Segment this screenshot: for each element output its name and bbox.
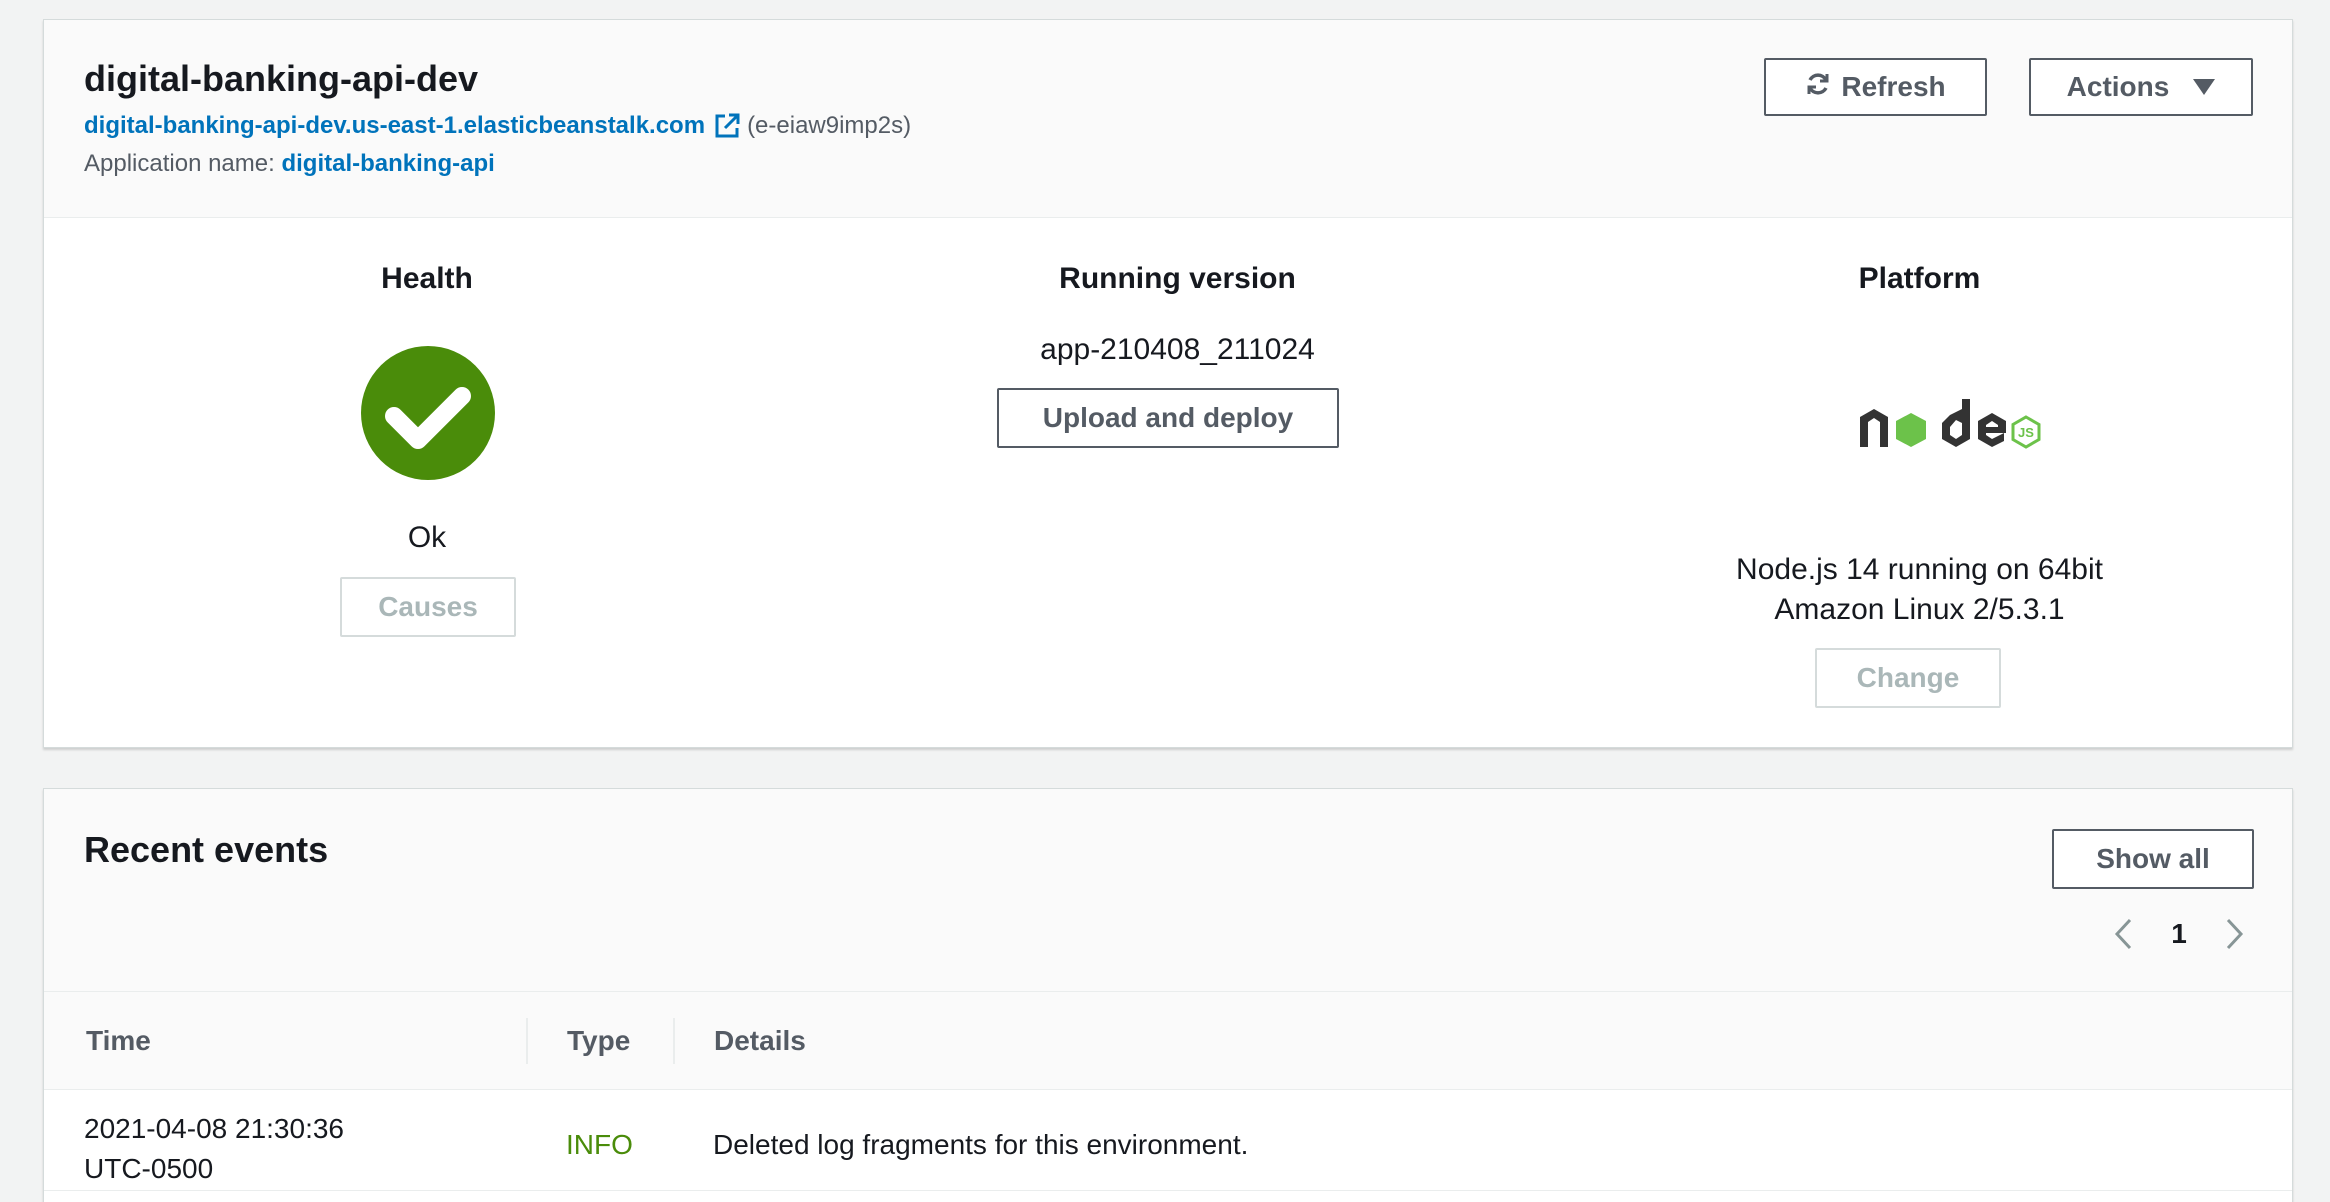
environment-name: digital-banking-api-dev (84, 58, 479, 99)
platform-line-1: Node.js 14 running on 64bit (1736, 553, 2103, 586)
column-header-time[interactable]: Time (86, 992, 151, 1090)
event-time: 2021-04-08 21:30:36 UTC-0500 (84, 1109, 344, 1189)
application-name-link[interactable]: digital-banking-api (281, 150, 494, 177)
causes-button[interactable]: Causes (340, 577, 516, 637)
actions-dropdown-button[interactable]: Actions (2029, 58, 2253, 116)
caret-down-icon (2193, 79, 2216, 95)
next-page-chevron-icon[interactable] (2214, 914, 2254, 954)
platform-line-2: Amazon Linux 2/5.3.1 (1774, 593, 2065, 626)
external-link-icon[interactable] (713, 112, 741, 140)
table-row: 2021-04-08 21:30:36 UTC-0500 INFO Delete… (44, 1091, 2292, 1191)
health-title: Health (381, 262, 473, 295)
column-divider[interactable] (526, 1018, 528, 1064)
running-version-value: app-210408_211024 (1040, 333, 1315, 366)
refresh-label: Refresh (1841, 71, 1946, 102)
event-type: INFO (566, 1129, 633, 1160)
events-table-header: Time Type Details (44, 992, 2292, 1090)
event-details: Deleted log fragments for this environme… (713, 1129, 1249, 1160)
refresh-button[interactable]: Refresh (1764, 58, 1987, 116)
health-status: Ok (407, 521, 447, 554)
upload-and-deploy-button[interactable]: Upload and deploy (997, 388, 1339, 448)
environment-overview-panel: digital-banking-api-dev digital-banking-… (43, 19, 2293, 748)
previous-page-chevron-icon[interactable] (2104, 914, 2144, 954)
actions-label: Actions (2066, 71, 2170, 102)
nodejs-logo-icon: JS (1812, 393, 2052, 463)
event-time-zone: UTC-0500 (84, 1153, 214, 1184)
column-divider[interactable] (673, 1018, 675, 1064)
svg-text:JS: JS (2018, 425, 2034, 440)
environment-url-row: digital-banking-api-dev.us-east-1.elasti… (84, 112, 911, 140)
recent-events-panel: Recent events Show all 1 Time Type Detai… (43, 788, 2293, 1202)
platform-title: Platform (1858, 262, 1981, 295)
change-platform-button[interactable]: Change (1815, 648, 2001, 708)
show-all-button[interactable]: Show all (2052, 829, 2254, 889)
running-version-title: Running version (1059, 262, 1296, 295)
environment-id: (e-eiaw9imp2s) (747, 112, 912, 139)
application-name-label: Application name: (84, 150, 275, 177)
current-page-number[interactable]: 1 (2171, 918, 2187, 950)
event-time-date: 2021-04-08 21:30:36 (84, 1113, 344, 1144)
environment-url-link[interactable]: digital-banking-api-dev.us-east-1.elasti… (84, 112, 705, 140)
pagination: 1 (2104, 909, 2254, 959)
application-name-row: Application name: digital-banking-api (84, 150, 495, 178)
recent-events-title: Recent events (84, 829, 329, 870)
refresh-icon (1805, 71, 1831, 104)
column-header-details[interactable]: Details (714, 992, 806, 1090)
platform-description: Node.js 14 running on 64bit Amazon Linux… (1545, 550, 2294, 630)
recent-events-header: Recent events Show all 1 (44, 789, 2292, 992)
health-ok-check-icon (361, 346, 495, 480)
column-header-type[interactable]: Type (567, 992, 630, 1090)
environment-header: digital-banking-api-dev digital-banking-… (44, 20, 2292, 218)
